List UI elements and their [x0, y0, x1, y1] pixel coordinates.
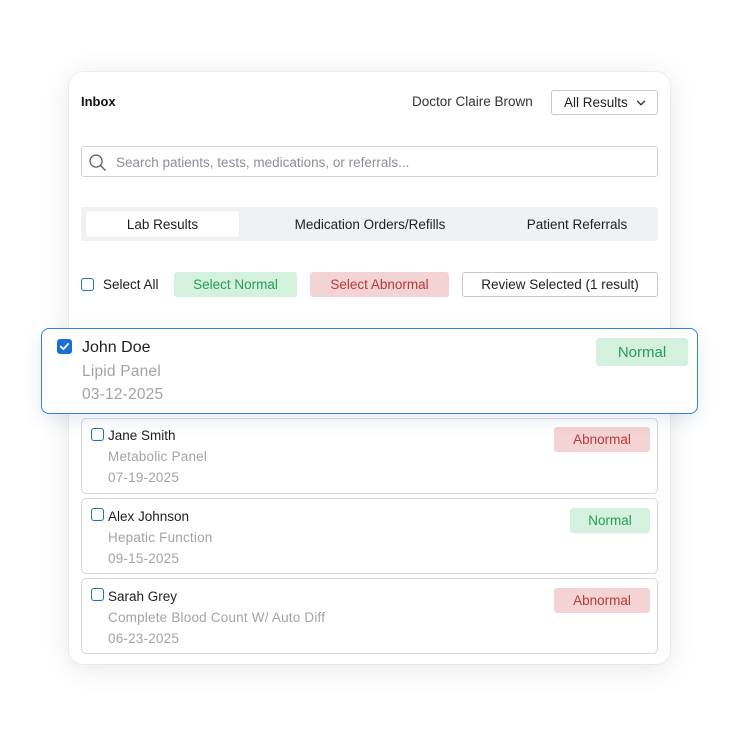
patient-name: Alex Johnson	[108, 509, 190, 524]
result-checkbox[interactable]	[91, 428, 104, 441]
checkmark-icon	[59, 342, 69, 350]
result-card-selected[interactable]: John Doe Lipid Panel 03-12-2025 Normal	[41, 328, 698, 414]
search-bar	[81, 146, 658, 177]
result-checkbox[interactable]	[91, 588, 104, 601]
patient-name: John Doe	[82, 339, 151, 356]
select-all-label: Select All	[103, 277, 159, 292]
select-normal-button[interactable]: Select Normal	[174, 272, 297, 297]
results-filter-dropdown[interactable]: All Results	[551, 90, 658, 115]
patient-name: Sarah Grey	[108, 589, 178, 604]
result-card[interactable]: Jane Smith Metabolic Panel 07-19-2025 Ab…	[81, 418, 658, 494]
search-input[interactable]	[116, 152, 646, 172]
chevron-down-icon	[636, 100, 646, 106]
status-badge: Abnormal	[554, 588, 650, 613]
tab-lab-results[interactable]: Lab Results	[86, 211, 239, 237]
result-checkbox[interactable]	[91, 508, 104, 521]
result-card[interactable]: Sarah Grey Complete Blood Count W/ Auto …	[81, 578, 658, 654]
result-date: 06-23-2025	[108, 631, 180, 646]
tab-medication-orders[interactable]: Medication Orders/Refills	[281, 211, 459, 237]
review-selected-button[interactable]: Review Selected (1 result)	[462, 272, 658, 297]
test-name: Hepatic Function	[108, 530, 213, 545]
select-abnormal-button[interactable]: Select Abnormal	[310, 272, 449, 297]
search-icon	[89, 154, 106, 171]
status-badge: Abnormal	[554, 427, 650, 452]
result-date: 07-19-2025	[108, 470, 180, 485]
select-all[interactable]: Select All	[81, 277, 159, 292]
status-badge: Normal	[596, 338, 688, 366]
tab-patient-referrals[interactable]: Patient Referrals	[509, 211, 645, 237]
result-type-tabs: Lab Results Medication Orders/Refills Pa…	[81, 207, 658, 241]
test-name: Lipid Panel	[82, 363, 161, 380]
results-filter-value: All Results	[564, 95, 628, 110]
status-badge: Normal	[570, 508, 650, 533]
result-card[interactable]: Alex Johnson Hepatic Function 09-15-2025…	[81, 498, 658, 574]
page-title: Inbox	[81, 94, 116, 109]
doctor-name: Doctor Claire Brown	[412, 94, 533, 109]
result-date: 03-12-2025	[82, 386, 164, 403]
result-date: 09-15-2025	[108, 551, 180, 566]
test-name: Complete Blood Count W/ Auto Diff	[108, 610, 326, 625]
patient-name: Jane Smith	[108, 428, 176, 443]
test-name: Metabolic Panel	[108, 449, 208, 464]
result-checkbox-checked[interactable]	[57, 339, 72, 354]
select-all-checkbox[interactable]	[81, 278, 94, 291]
